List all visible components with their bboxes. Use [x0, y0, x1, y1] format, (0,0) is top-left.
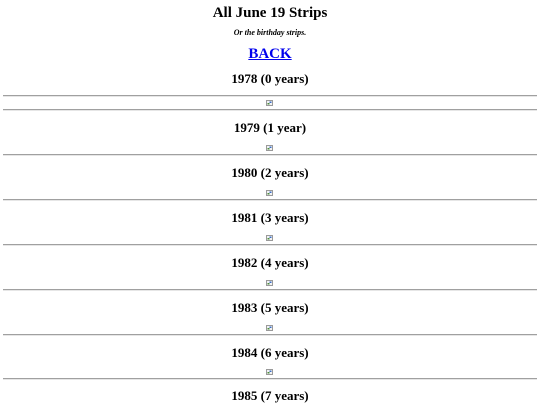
divider: [3, 244, 537, 246]
strip-heading-1980: 1980 (2 years): [231, 165, 309, 180]
strip-heading-1984: 1984 (6 years): [231, 345, 309, 360]
broken-image-icon[interactable]: [266, 190, 273, 196]
divider: [3, 334, 537, 336]
broken-image-icon[interactable]: [266, 145, 273, 151]
divider: [3, 289, 537, 291]
broken-image-icon[interactable]: [266, 235, 273, 241]
divider: [3, 199, 537, 201]
strip-heading-1983: 1983 (5 years): [231, 300, 309, 315]
strip-heading-1981: 1981 (3 years): [231, 210, 309, 225]
broken-image-icon[interactable]: [266, 369, 273, 375]
strip-heading-1985: 1985 (7 years): [231, 388, 309, 403]
divider: [3, 154, 537, 156]
divider: [3, 378, 537, 380]
broken-image-icon[interactable]: [266, 280, 273, 286]
strip-list: 1978 (0 years) 1979 (1 year) 1980 (2 yea…: [0, 0, 540, 405]
broken-image-icon[interactable]: [266, 325, 273, 331]
strip-heading-1978: 1978 (0 years): [231, 71, 309, 86]
divider: [3, 109, 537, 111]
broken-image-icon[interactable]: [266, 100, 273, 106]
divider: [3, 95, 537, 97]
strip-heading-1982: 1982 (4 years): [231, 255, 309, 270]
strip-heading-1979: 1979 (1 year): [233, 120, 307, 135]
